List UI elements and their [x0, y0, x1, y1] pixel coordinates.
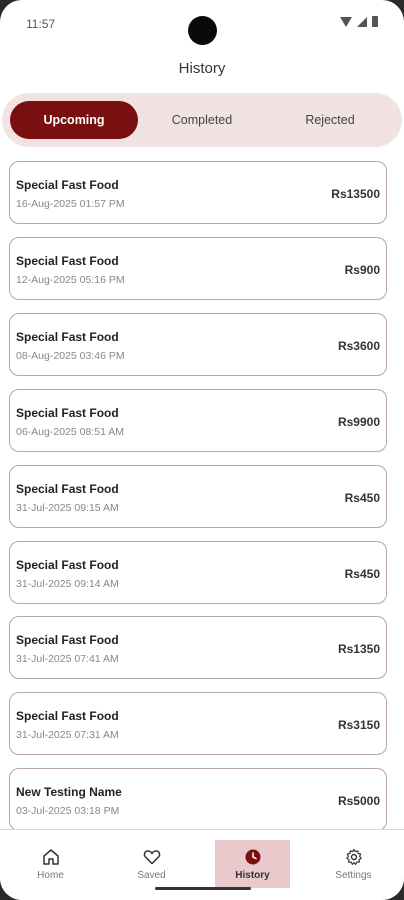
- order-list: Special Fast Food 16-Aug-2025 01:57 PM R…: [9, 161, 387, 829]
- gear-icon: [345, 848, 362, 865]
- order-date: 31-Jul-2025 09:14 AM: [16, 578, 119, 590]
- order-name: Special Fast Food: [16, 633, 119, 647]
- page-title: History: [178, 60, 226, 77]
- order-date: 16-Aug-2025 01:57 PM: [16, 198, 125, 210]
- tab-rejected[interactable]: Rejected: [266, 101, 394, 139]
- order-price: Rs9900: [337, 415, 380, 429]
- nav-history-pill: History: [215, 840, 290, 888]
- nav-history-label: History: [235, 870, 270, 881]
- tab-upcoming[interactable]: Upcoming: [10, 101, 138, 139]
- order-date: 12-Aug-2025 05:16 PM: [16, 274, 125, 286]
- order-name: Special Fast Food: [16, 482, 119, 496]
- order-price: Rs450: [344, 567, 380, 581]
- battery-icon: [372, 16, 378, 27]
- order-date: 31-Jul-2025 07:41 AM: [16, 653, 119, 665]
- heart-icon: [143, 850, 160, 865]
- nav-saved-pill: Saved: [114, 840, 189, 888]
- order-name: Special Fast Food: [16, 330, 119, 344]
- tab-completed[interactable]: Completed: [138, 101, 266, 139]
- order-card[interactable]: Special Fast Food 12-Aug-2025 05:16 PM R…: [9, 237, 387, 300]
- order-date: 31-Jul-2025 07:31 AM: [16, 729, 119, 741]
- camera-cutout: [188, 16, 217, 45]
- status-icons: [340, 16, 378, 27]
- order-name: Special Fast Food: [16, 254, 119, 268]
- home-indicator: [155, 887, 251, 890]
- nav-settings-pill: Settings: [316, 840, 391, 888]
- order-name: New Testing Name: [16, 785, 122, 799]
- clock-icon: [245, 849, 260, 865]
- order-card[interactable]: Special Fast Food 31-Jul-2025 09:15 AM R…: [9, 465, 387, 528]
- order-price: Rs1350: [337, 642, 380, 656]
- home-icon: [42, 849, 59, 865]
- nav-home-pill: Home: [13, 840, 88, 888]
- order-date: 06-Aug-2025 08:51 AM: [16, 426, 124, 438]
- status-bar: 11:57: [0, 0, 404, 46]
- nav-saved-label: Saved: [137, 870, 166, 881]
- order-name: Special Fast Food: [16, 709, 119, 723]
- app-screen: 11:57 History Upcoming Completed Rejecte…: [0, 0, 404, 900]
- order-name: Special Fast Food: [16, 558, 119, 572]
- order-card[interactable]: Special Fast Food 31-Jul-2025 09:14 AM R…: [9, 541, 387, 604]
- nav-settings-label: Settings: [335, 870, 372, 881]
- order-date: 03-Jul-2025 03:18 PM: [16, 805, 120, 817]
- order-price: Rs13500: [331, 187, 380, 201]
- order-price: Rs450: [344, 491, 380, 505]
- order-card[interactable]: Special Fast Food 06-Aug-2025 08:51 AM R…: [9, 389, 387, 452]
- nav-home-label: Home: [37, 870, 64, 881]
- order-price: Rs3150: [337, 718, 380, 732]
- nav-home[interactable]: Home: [0, 830, 101, 900]
- order-card[interactable]: Special Fast Food 31-Jul-2025 07:31 AM R…: [9, 692, 387, 755]
- nav-settings[interactable]: Settings: [303, 830, 404, 900]
- order-date: 08-Aug-2025 03:46 PM: [16, 350, 125, 362]
- order-price: Rs5000: [337, 794, 380, 808]
- order-name: Special Fast Food: [16, 178, 119, 192]
- history-tabs: Upcoming Completed Rejected: [2, 93, 402, 147]
- order-card[interactable]: Special Fast Food 08-Aug-2025 03:46 PM R…: [9, 313, 387, 376]
- wifi-icon: [340, 16, 352, 27]
- order-card[interactable]: Special Fast Food 31-Jul-2025 07:41 AM R…: [9, 616, 387, 679]
- order-card[interactable]: Special Fast Food 16-Aug-2025 01:57 PM R…: [9, 161, 387, 224]
- order-date: 31-Jul-2025 09:15 AM: [16, 502, 119, 514]
- order-price: Rs900: [344, 263, 380, 277]
- signal-icon: [357, 16, 367, 27]
- order-card[interactable]: New Testing Name 03-Jul-2025 03:18 PM Rs…: [9, 768, 387, 829]
- status-time: 11:57: [26, 17, 56, 31]
- order-price: Rs3600: [337, 339, 380, 353]
- order-name: Special Fast Food: [16, 406, 119, 420]
